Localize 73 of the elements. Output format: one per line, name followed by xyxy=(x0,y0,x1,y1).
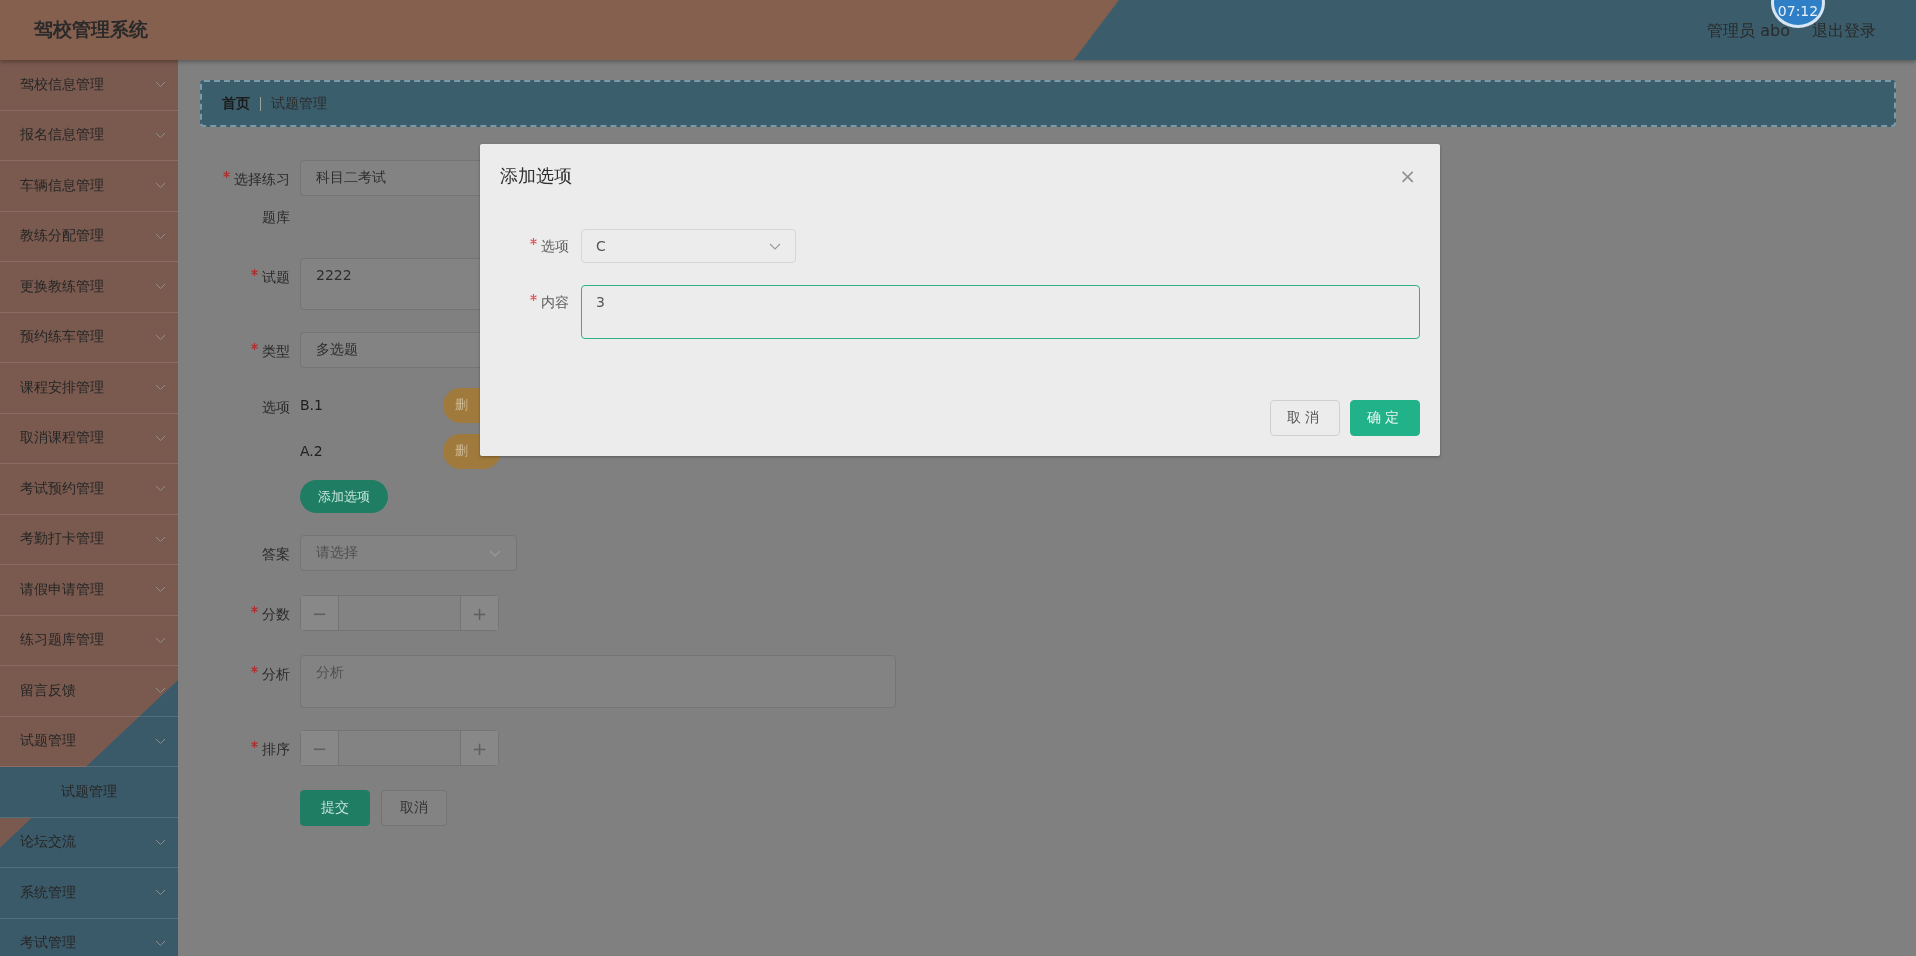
chevron-down-icon xyxy=(155,636,166,644)
sidebar-item[interactable]: 报名信息管理 xyxy=(0,110,178,161)
plus-button[interactable]: + xyxy=(460,731,498,765)
sidebar-item[interactable]: 教练分配管理 xyxy=(0,211,178,262)
required-mark-icon xyxy=(251,343,258,350)
sidebar-item[interactable]: 考试预约管理 xyxy=(0,464,178,515)
number-field[interactable]: − + xyxy=(300,730,499,766)
app-title: 驾校管理系统 xyxy=(34,17,148,42)
select-field[interactable]: C xyxy=(581,229,796,263)
required-mark-icon xyxy=(251,606,258,613)
required-mark-icon xyxy=(251,269,258,276)
chevron-down-icon xyxy=(155,889,166,897)
required-mark-icon xyxy=(251,741,258,748)
option-text: B.1 xyxy=(300,397,324,413)
chevron-down-icon xyxy=(155,131,166,139)
chevron-down-icon xyxy=(155,687,166,695)
sidebar-item[interactable]: 系统管理 xyxy=(0,868,178,919)
sidebar-item[interactable]: 考试管理 xyxy=(0,918,178,956)
required-mark-icon xyxy=(530,294,537,301)
minus-button[interactable]: − xyxy=(301,596,339,630)
submit-button[interactable]: 提交 xyxy=(300,790,370,826)
chevron-down-icon xyxy=(155,283,166,291)
required-mark-icon xyxy=(530,238,537,245)
chevron-down-icon xyxy=(155,384,166,392)
required-mark-icon xyxy=(251,666,258,673)
required-mark-icon xyxy=(223,171,230,178)
chevron-down-icon xyxy=(155,535,166,543)
dialog-title: 添加选项 xyxy=(500,164,572,188)
minus-button[interactable]: − xyxy=(301,731,339,765)
field-label: 答案 xyxy=(262,545,290,564)
field-label: 内容 xyxy=(530,285,569,319)
breadcrumb-link[interactable]: 试题管理 xyxy=(271,94,327,113)
cancel-button[interactable]: 取消 xyxy=(381,790,447,826)
chevron-down-icon xyxy=(155,182,166,190)
plus-button[interactable]: + xyxy=(460,596,498,630)
caret-icon xyxy=(769,242,781,250)
sidebar-item[interactable]: 预约练车管理 xyxy=(0,312,178,363)
number-field[interactable]: − + xyxy=(300,595,499,631)
confirm-button[interactable]: 确定 xyxy=(1350,400,1420,436)
sidebar-item[interactable]: 练习题库管理 xyxy=(0,615,178,666)
breadcrumb-link[interactable]: 首页 xyxy=(222,94,250,113)
sidebar-item[interactable]: 请假申请管理 xyxy=(0,565,178,616)
add-option-button[interactable]: 添加选项 xyxy=(300,480,388,513)
chevron-down-icon xyxy=(155,737,166,745)
field-label: 选项 xyxy=(530,229,569,263)
chevron-down-icon xyxy=(155,838,166,846)
chevron-down-icon xyxy=(155,232,166,240)
close-button[interactable]: × xyxy=(1395,164,1420,188)
field-label: 排序 xyxy=(251,730,290,768)
option-text: A.2 xyxy=(300,443,324,459)
chevron-down-icon xyxy=(155,81,166,89)
chevron-down-icon xyxy=(155,333,166,341)
chevron-down-icon xyxy=(155,434,166,442)
chevron-down-icon xyxy=(155,939,166,947)
sidebar-item[interactable]: 课程安排管理 xyxy=(0,363,178,414)
field-label: 类型 xyxy=(251,332,290,370)
chevron-down-icon xyxy=(155,586,166,594)
sidebar-item[interactable]: 车辆信息管理 xyxy=(0,161,178,212)
sidebar-item[interactable]: 驾校信息管理 xyxy=(0,60,178,111)
field-label: 选择练习 题库 xyxy=(223,160,290,236)
text-area[interactable]: 3 xyxy=(581,285,1420,339)
sidebar-subitem[interactable]: 试题管理 xyxy=(0,767,178,818)
sidebar-item[interactable]: 考勤打卡管理 xyxy=(0,514,178,565)
field-label: 试题 xyxy=(251,258,290,296)
chevron-down-icon xyxy=(155,485,166,493)
field-label: 分析 xyxy=(251,655,290,693)
sidebar-item[interactable]: 留言反馈 xyxy=(0,666,178,717)
cancel-button[interactable]: 取消 xyxy=(1270,400,1340,436)
field-label: 选项 xyxy=(262,398,290,417)
sidebar-item[interactable]: 论坛交流 xyxy=(0,817,178,868)
sidebar-item[interactable]: 更换教练管理 xyxy=(0,262,178,313)
sidebar-item[interactable]: 取消课程管理 xyxy=(0,413,178,464)
field-label: 分数 xyxy=(251,595,290,633)
